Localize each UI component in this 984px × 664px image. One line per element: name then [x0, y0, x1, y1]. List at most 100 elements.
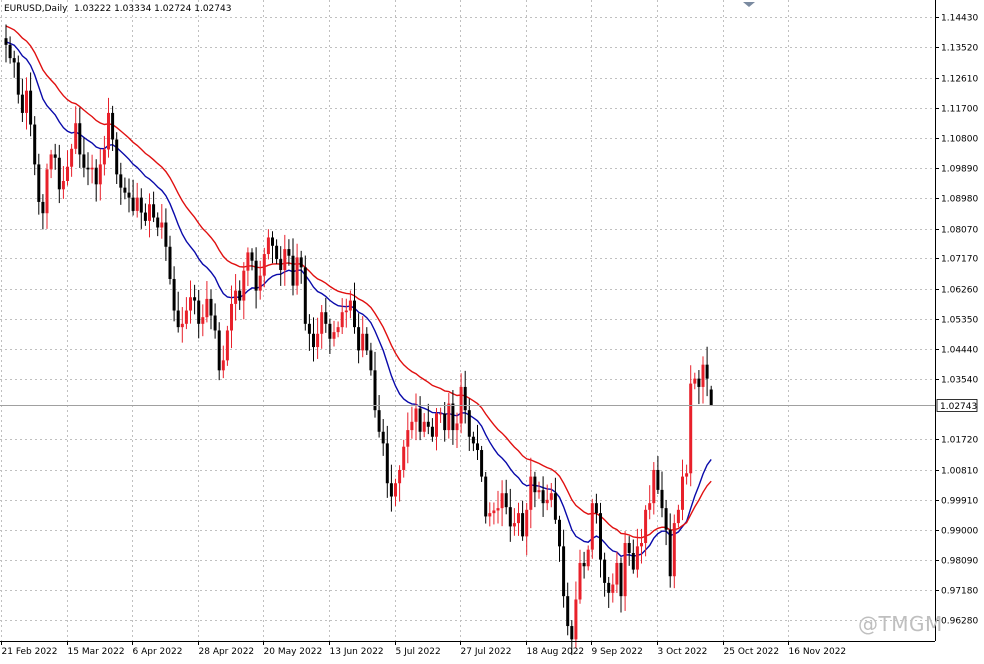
candle-body	[533, 476, 537, 493]
candle-body	[287, 249, 291, 256]
y-tick-label: 1.00810	[941, 467, 978, 477]
candle-body	[545, 499, 549, 504]
candle-body	[607, 582, 611, 593]
candle-body	[172, 278, 176, 311]
candle-body	[439, 413, 443, 415]
chart-symbol-title: EURUSD,Daily	[4, 4, 68, 14]
candle-body	[168, 246, 172, 279]
x-tick-label: 20 May 2022	[264, 647, 323, 657]
candle-body	[398, 469, 402, 484]
candle-body	[176, 310, 180, 328]
candle-body	[295, 257, 299, 286]
candle-body	[631, 552, 635, 570]
candle-body	[365, 333, 369, 351]
candle-body	[512, 523, 516, 527]
candle-body	[328, 323, 332, 339]
candle-body	[234, 290, 238, 304]
candle-body	[640, 543, 643, 547]
candle-body	[332, 332, 336, 339]
candle-body	[45, 169, 49, 214]
candle-body	[635, 546, 639, 570]
candle-body	[348, 300, 352, 311]
candle-body	[57, 157, 61, 190]
candle-body	[385, 443, 389, 484]
x-tick-label: 5 Jul 2022	[396, 647, 441, 657]
candle-body	[61, 181, 65, 190]
candle-body	[90, 167, 94, 170]
candle-body	[74, 123, 78, 149]
candle-body	[574, 599, 578, 640]
candle-body	[205, 298, 209, 318]
candle-body	[558, 519, 561, 547]
candle-body	[275, 245, 279, 260]
candle-body	[316, 333, 320, 348]
candle-body	[664, 508, 668, 530]
candle-body	[668, 529, 672, 577]
candle-body	[672, 523, 676, 577]
chart-canvas[interactable]: 1.02743 1.14430 1.13520 1.12610 1.11700 1.10…	[0, 0, 984, 664]
candle-body	[521, 513, 525, 537]
chart-window[interactable]: 1.02743 1.14430 1.13520 1.12610 1.11700 1.10…	[0, 0, 984, 664]
y-tick-label: 1.06260	[941, 286, 978, 296]
candle-body	[377, 410, 381, 432]
y-tick-label: 1.13520	[941, 44, 978, 54]
candle-body	[467, 410, 471, 437]
candle-body	[82, 154, 86, 168]
candle-body	[37, 164, 41, 202]
candle-body	[578, 562, 582, 600]
candle-body	[127, 192, 131, 198]
y-tick-label: 0.96280	[941, 617, 978, 627]
candle-body	[623, 543, 627, 597]
candle-body	[422, 421, 426, 432]
candle-body	[455, 423, 459, 431]
candle-body	[681, 476, 684, 510]
candle-body	[619, 562, 623, 597]
candle-body	[414, 408, 418, 422]
candle-body	[115, 139, 119, 175]
x-tick-label: 6 Apr 2022	[133, 647, 183, 657]
chart-ohlc-values: 1.03222 1.03334 1.02724 1.02743	[74, 4, 231, 14]
candle-body	[611, 584, 615, 593]
candle-body	[656, 469, 660, 490]
candle-body	[549, 493, 553, 500]
candle-body	[504, 493, 508, 508]
candle-body	[492, 510, 496, 514]
y-tick-label: 1.04440	[941, 346, 978, 356]
candle-body	[213, 315, 217, 331]
x-tick-label: 16 Nov 2022	[789, 647, 847, 657]
candle-body	[70, 148, 74, 167]
candle-body	[488, 513, 492, 517]
candle-body	[258, 275, 262, 291]
candle-body	[525, 509, 529, 537]
candle-body	[402, 446, 406, 470]
candle-body	[180, 323, 184, 328]
candle-body	[135, 197, 139, 211]
candle-body	[279, 259, 283, 271]
x-tick-label: 9 Sep 2022	[592, 647, 643, 657]
candle-body	[98, 164, 102, 185]
candle-body	[430, 426, 434, 437]
candle-body	[373, 370, 377, 411]
candle-body	[242, 270, 246, 301]
candle-body	[139, 197, 143, 213]
candle-body	[164, 222, 168, 247]
y-tick-label: 1.10800	[941, 135, 978, 145]
x-tick-label: 25 Oct 2022	[724, 647, 780, 657]
y-tick-label: 0.99000	[941, 527, 978, 537]
candle-body	[86, 167, 90, 170]
candle-body	[156, 217, 160, 228]
candle-body	[394, 483, 397, 497]
x-tick-label: 18 Aug 2022	[527, 647, 585, 657]
candle-body	[8, 44, 12, 59]
candle-body	[529, 476, 533, 510]
candle-body	[78, 123, 82, 155]
y-tick-label: 1.11700	[941, 105, 978, 115]
candle-body	[660, 489, 664, 509]
candle-body	[197, 300, 201, 324]
candle-body	[361, 333, 365, 351]
candle-body	[320, 312, 324, 334]
candle-body	[603, 559, 607, 583]
candle-body	[307, 323, 311, 334]
candle-body	[484, 476, 488, 517]
candle-body	[357, 327, 361, 351]
